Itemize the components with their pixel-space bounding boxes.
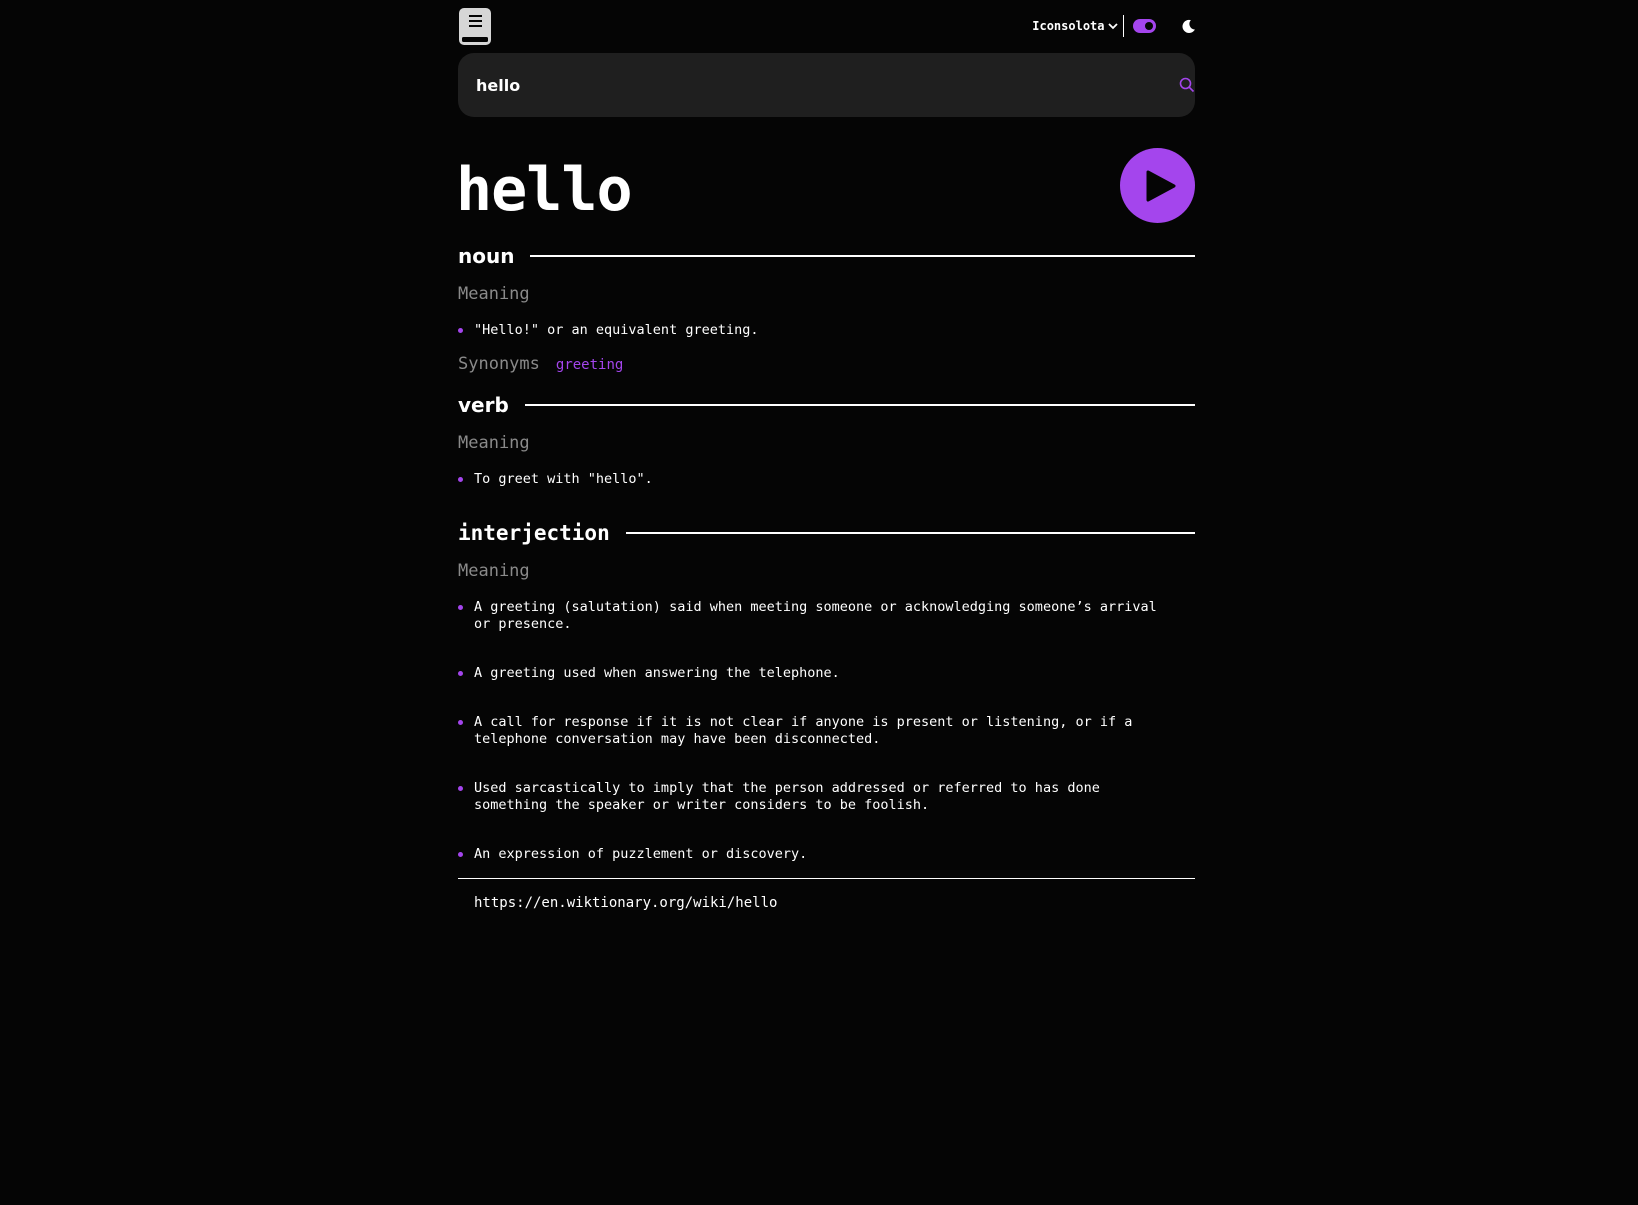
divider-line bbox=[530, 255, 1195, 257]
search-icon[interactable] bbox=[1179, 77, 1195, 93]
definition: A greeting used when answering the telep… bbox=[474, 665, 840, 681]
pos-heading-noun: noun bbox=[458, 241, 1195, 271]
pos-heading-verb: verb bbox=[458, 390, 1195, 420]
toggle-knob bbox=[1145, 22, 1153, 30]
synonyms-row: Synonyms greeting bbox=[458, 354, 623, 374]
theme-toggle[interactable] bbox=[1133, 19, 1156, 33]
bullet bbox=[458, 852, 463, 857]
pos-label: interjection bbox=[458, 521, 610, 545]
definition: To greet with "hello". bbox=[474, 471, 653, 487]
meaning-label: Meaning bbox=[458, 433, 530, 453]
play-icon bbox=[1146, 170, 1176, 202]
meaning-label: Meaning bbox=[458, 284, 530, 304]
bullet bbox=[458, 477, 463, 482]
font-selector-label: Iconsolota bbox=[1032, 19, 1105, 33]
divider bbox=[1122, 15, 1124, 37]
search-input[interactable] bbox=[474, 53, 1138, 119]
font-selector[interactable]: Iconsolota bbox=[1032, 19, 1118, 33]
footer-divider bbox=[458, 878, 1195, 879]
bullet bbox=[458, 720, 463, 725]
source-link[interactable]: https://en.wiktionary.org/wiki/hello bbox=[474, 895, 777, 911]
chevron-down-icon bbox=[1107, 23, 1118, 30]
pos-label: verb bbox=[458, 393, 509, 417]
divider-line bbox=[625, 532, 1195, 534]
moon-icon[interactable] bbox=[1181, 19, 1196, 34]
header: Iconsolota bbox=[458, 0, 1195, 53]
play-pronunciation-button[interactable] bbox=[1120, 148, 1195, 223]
book-icon[interactable] bbox=[459, 8, 491, 45]
bullet bbox=[458, 605, 463, 610]
pos-heading-interjection: interjection bbox=[458, 518, 1195, 548]
word-title: hello bbox=[456, 155, 633, 225]
search-bar bbox=[458, 53, 1195, 119]
definition: A call for response if it is not clear i… bbox=[474, 714, 1133, 747]
definition: "Hello!" or an equivalent greeting. bbox=[474, 322, 759, 338]
synonym-link[interactable]: greeting bbox=[556, 357, 623, 373]
header-controls: Iconsolota bbox=[1032, 14, 1195, 38]
bullet bbox=[458, 786, 463, 791]
definition: A greeting (salutation) said when meetin… bbox=[474, 599, 1157, 632]
pos-label: noun bbox=[458, 244, 515, 268]
bullet bbox=[458, 328, 463, 333]
definition: Used sarcastically to imply that the per… bbox=[474, 780, 1100, 813]
meaning-label: Meaning bbox=[458, 561, 530, 581]
bullet bbox=[458, 671, 463, 676]
synonyms-label: Synonyms bbox=[458, 354, 540, 374]
definition: An expression of puzzlement or discovery… bbox=[474, 846, 808, 862]
divider-line bbox=[524, 404, 1195, 406]
dictionary-page: Iconsolota hello noun bbox=[456, 0, 1195, 911]
